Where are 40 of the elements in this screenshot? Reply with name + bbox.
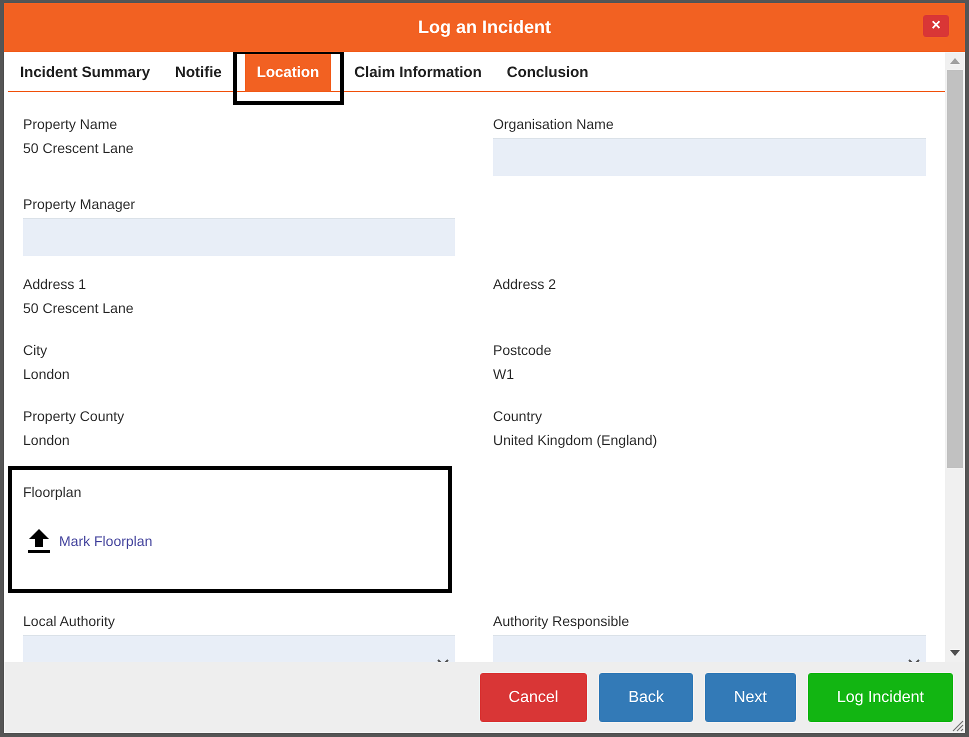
field-label: Address 2 bbox=[493, 275, 558, 293]
scroll-down-icon[interactable] bbox=[950, 650, 960, 656]
tab[interactable]: Claim Information bbox=[342, 53, 494, 91]
action-button[interactable]: Log Incident bbox=[808, 673, 953, 722]
window-title: Log an Incident bbox=[418, 17, 551, 38]
dropdown-field[interactable] bbox=[493, 635, 926, 662]
field-label: Local Authority bbox=[23, 612, 116, 630]
dropdown-field[interactable] bbox=[23, 635, 455, 662]
close-button[interactable]: × bbox=[923, 15, 949, 37]
tab[interactable]: Location bbox=[244, 53, 332, 91]
field-value: 50 Crescent Lane bbox=[23, 139, 135, 158]
tab[interactable]: Incident Summary bbox=[8, 53, 162, 91]
tab[interactable]: Conclusion bbox=[494, 53, 600, 91]
field-value: 50 Crescent Lane bbox=[23, 299, 135, 318]
field-value: London bbox=[23, 365, 71, 384]
field-value: London bbox=[23, 431, 71, 450]
field-label: Organisation Name bbox=[493, 115, 615, 133]
action-button[interactable]: Back bbox=[599, 673, 693, 722]
upload-icon bbox=[27, 528, 51, 554]
field-value: W1 bbox=[493, 365, 515, 384]
field-value: United Kingdom (England) bbox=[493, 431, 658, 450]
scroll-thumb[interactable] bbox=[947, 70, 963, 468]
field-label: Country bbox=[493, 407, 544, 425]
input-field[interactable] bbox=[23, 218, 455, 256]
field-label: Property County bbox=[23, 407, 126, 425]
action-button[interactable]: Next bbox=[704, 673, 796, 722]
action-button[interactable]: Cancel bbox=[480, 673, 588, 722]
tab[interactable]: Notifie bbox=[163, 53, 234, 91]
field-label: Authority Responsible bbox=[493, 612, 630, 630]
field-label: Floorplan bbox=[23, 483, 82, 501]
field-label: Property Manager bbox=[23, 195, 136, 213]
field-label: Postcode bbox=[493, 341, 552, 359]
input-field[interactable] bbox=[493, 138, 926, 176]
field-label: Address 1 bbox=[23, 275, 88, 293]
scroll-up-icon[interactable] bbox=[950, 58, 960, 64]
resize-grip-icon[interactable] bbox=[952, 720, 964, 732]
field-label: City bbox=[23, 341, 48, 359]
field-label: Property Name bbox=[23, 115, 118, 133]
scrollbar[interactable] bbox=[945, 52, 965, 662]
mark-floorplan-link[interactable]: Mark Floorplan bbox=[59, 533, 152, 549]
